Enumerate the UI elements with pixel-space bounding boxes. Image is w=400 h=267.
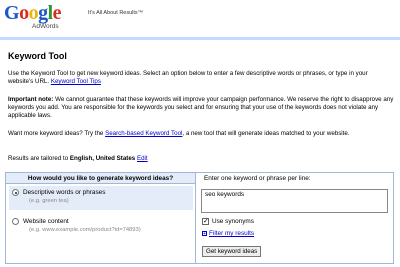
use-synonyms-label: Use synonyms	[212, 218, 254, 225]
more-ideas-text: Want more keyword ideas? Try the Search-…	[8, 130, 394, 138]
page-title: Keyword Tool	[8, 51, 67, 61]
tagline: It's All About Results™	[88, 10, 144, 16]
use-synonyms-checkbox[interactable]	[202, 217, 209, 225]
keyword-tool-panel: How would you like to generate keyword i…	[5, 172, 394, 264]
option-hint: (e.g. www.example.com/product?id=74893)	[29, 227, 141, 233]
tailored-text: Results are tailored to English, United …	[8, 155, 394, 163]
more-ideas-prefix: Want more keyword ideas? Try the	[8, 130, 104, 137]
option-descriptive-words[interactable]: Descriptive words or phrases (e.g. green…	[9, 186, 193, 210]
header-divider	[0, 37, 400, 40]
logo-adwords-label: AdWords	[32, 23, 59, 30]
radio-descriptive-words[interactable]	[12, 189, 19, 196]
generation-method-heading: How would you like to generate keyword i…	[6, 173, 195, 184]
option-website-content[interactable]: Website content (e.g. www.example.com/pr…	[9, 215, 193, 239]
plus-box-icon[interactable]: +	[202, 230, 207, 236]
logo-wordmark: Google	[4, 2, 62, 24]
get-keyword-ideas-button[interactable]: Get keyword ideas	[202, 246, 262, 257]
option-label: Descriptive words or phrases	[23, 189, 106, 196]
important-note-label: Important note:	[8, 96, 54, 103]
google-adwords-logo[interactable]: Google AdWords	[4, 3, 84, 35]
important-note: Important note: We cannot guarantee that…	[8, 96, 394, 121]
important-note-text: We cannot guarantee that these keywords …	[8, 96, 394, 120]
tailored-locale: English, United States	[69, 155, 136, 162]
option-hint: (e.g. green tea)	[29, 198, 69, 204]
edit-locale-link[interactable]: Edit	[137, 155, 148, 162]
keyword-entry-section: Enter one keyword or phrase per line: se…	[197, 173, 393, 263]
more-ideas-suffix: , a new tool that will generate ideas ma…	[182, 130, 350, 137]
generation-method-section: How would you like to generate keyword i…	[6, 173, 196, 263]
intro-text: Use the Keyword Tool to get new keyword …	[8, 70, 394, 86]
keyword-entry-heading: Enter one keyword or phrase per line:	[204, 175, 311, 182]
tailored-prefix: Results are tailored to	[8, 155, 69, 162]
filter-results[interactable]: + Filter my results	[202, 230, 254, 237]
radio-website-content[interactable]	[12, 218, 19, 225]
header: Google AdWords It's All About Results™	[0, 0, 400, 44]
option-label: Website content	[23, 218, 69, 225]
search-based-keyword-tool-link[interactable]: Search-based Keyword Tool	[105, 130, 182, 137]
filter-my-results-link[interactable]: Filter my results	[209, 230, 254, 237]
keyword-input[interactable]: seo keywords	[201, 189, 388, 213]
keyword-tool-tips-link[interactable]: Keyword Tool Tips	[51, 78, 101, 85]
